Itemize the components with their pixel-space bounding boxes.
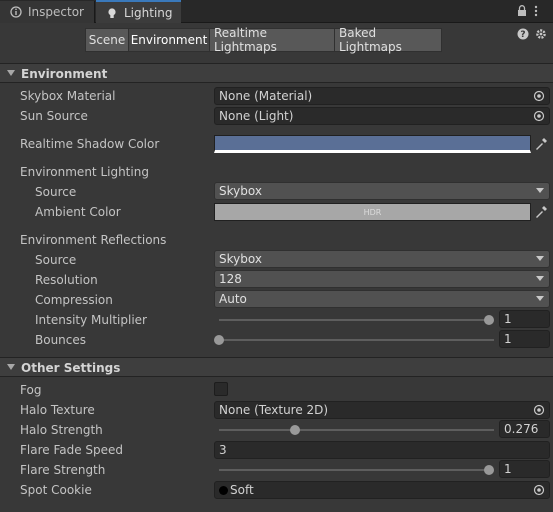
ambient-color-label: Ambient Color — [35, 205, 121, 219]
lighting-source-value: Skybox — [219, 184, 262, 198]
bounces-label: Bounces — [35, 333, 87, 347]
object-picker-icon[interactable] — [533, 110, 545, 122]
sun-source-field[interactable]: None (Light) — [214, 107, 550, 125]
slider-thumb[interactable] — [289, 425, 300, 435]
skybox-material-value: None (Material) — [219, 89, 313, 103]
halo-strength-input[interactable]: 0.276 — [499, 420, 550, 438]
dropdown-caret-icon — [536, 188, 544, 193]
other-settings-section-header[interactable]: Other Settings — [0, 357, 553, 377]
skybox-material-label: Skybox Material — [20, 89, 116, 103]
toolbar-baked-lightmaps-button[interactable]: Baked Lightmaps — [334, 26, 442, 54]
section-title: Environment — [21, 67, 108, 81]
environment-section-header[interactable]: Environment — [0, 63, 553, 83]
realtime-shadow-color-swatch[interactable] — [214, 135, 531, 153]
tab-label: Lighting — [124, 5, 173, 20]
tab-lighting[interactable]: Lighting — [96, 0, 181, 23]
flare-fade-speed-input[interactable]: 3 — [214, 441, 550, 459]
lock-icon[interactable] — [517, 5, 527, 17]
window-tab-bar: Inspector Lighting — [0, 0, 553, 23]
section-title: Other Settings — [21, 361, 121, 375]
tab-label: Inspector — [28, 5, 84, 19]
sun-source-value: None (Light) — [219, 109, 294, 123]
foldout-arrow-icon — [7, 364, 15, 370]
flare-strength-input[interactable]: 1 — [499, 460, 550, 478]
halo-strength-slider[interactable] — [219, 429, 494, 431]
bounces-input[interactable]: 1 — [499, 330, 550, 348]
toolbar-realtime-lightmaps-button[interactable]: Realtime Lightmaps — [209, 26, 335, 54]
toolbar-environment-button[interactable]: Environment — [128, 28, 210, 52]
compression-label: Compression — [35, 293, 113, 307]
kebab-menu-icon[interactable] — [534, 5, 538, 17]
dropdown-caret-icon — [536, 256, 544, 261]
fog-checkbox[interactable] — [214, 382, 228, 396]
reflection-source-dropdown[interactable]: Skybox — [214, 250, 550, 268]
lighting-source-label: Source — [35, 185, 77, 199]
help-icons: ? — [517, 28, 547, 40]
object-picker-icon[interactable] — [533, 484, 545, 496]
skybox-material-field[interactable]: None (Material) — [214, 87, 550, 105]
lightbulb-icon — [108, 7, 116, 18]
realtime-shadow-color-label: Realtime Shadow Color — [20, 137, 160, 151]
gear-icon[interactable] — [535, 28, 547, 40]
reflection-source-label: Source — [35, 253, 77, 267]
dropdown-caret-icon — [536, 276, 544, 281]
spot-cookie-value: Soft — [230, 483, 254, 497]
texture-thumbnail-icon — [219, 485, 228, 495]
reflection-source-value: Skybox — [219, 252, 262, 266]
object-picker-icon[interactable] — [533, 404, 545, 416]
object-picker-icon[interactable] — [533, 90, 545, 102]
slider-thumb[interactable] — [484, 465, 494, 475]
fog-label: Fog — [20, 383, 42, 397]
spot-cookie-label: Spot Cookie — [20, 483, 92, 497]
environment-reflections-label: Environment Reflections — [20, 233, 167, 247]
lighting-toolbar: Scene Environment Realtime Lightmaps Bak… — [85, 26, 442, 54]
svg-text:?: ? — [520, 30, 525, 40]
resolution-value: 128 — [219, 272, 242, 286]
intensity-multiplier-label: Intensity Multiplier — [35, 313, 147, 327]
bounces-slider[interactable] — [219, 339, 494, 341]
environment-lighting-label: Environment Lighting — [20, 165, 149, 179]
eyedropper-icon[interactable] — [533, 136, 549, 152]
flare-strength-slider[interactable] — [219, 469, 489, 471]
intensity-multiplier-slider[interactable] — [219, 319, 489, 321]
sun-source-label: Sun Source — [20, 109, 88, 123]
dropdown-caret-icon — [536, 296, 544, 301]
spot-cookie-field[interactable]: Soft — [214, 481, 550, 499]
tab-inspector[interactable]: Inspector — [0, 1, 95, 23]
compression-value: Auto — [219, 292, 247, 306]
halo-strength-label: Halo Strength — [20, 423, 103, 437]
resolution-label: Resolution — [35, 273, 98, 287]
halo-texture-field[interactable]: None (Texture 2D) — [214, 401, 550, 419]
slider-thumb[interactable] — [484, 315, 494, 325]
slider-thumb[interactable] — [214, 335, 224, 345]
hdr-badge: HDR — [363, 207, 382, 217]
resolution-dropdown[interactable]: 128 — [214, 270, 550, 288]
compression-dropdown[interactable]: Auto — [214, 290, 550, 308]
halo-texture-label: Halo Texture — [20, 403, 95, 417]
lighting-source-dropdown[interactable]: Skybox — [214, 182, 550, 200]
foldout-arrow-icon — [7, 70, 15, 76]
intensity-multiplier-input[interactable]: 1 — [499, 310, 550, 328]
halo-texture-value: None (Texture 2D) — [219, 403, 329, 417]
flare-strength-label: Flare Strength — [20, 463, 106, 477]
eyedropper-icon[interactable] — [533, 204, 549, 220]
info-icon — [10, 6, 22, 18]
flare-fade-speed-label: Flare Fade Speed — [20, 443, 124, 457]
toolbar-scene-button[interactable]: Scene — [85, 28, 129, 52]
ambient-color-swatch[interactable]: HDR — [214, 203, 531, 221]
help-icon[interactable]: ? — [517, 28, 529, 40]
